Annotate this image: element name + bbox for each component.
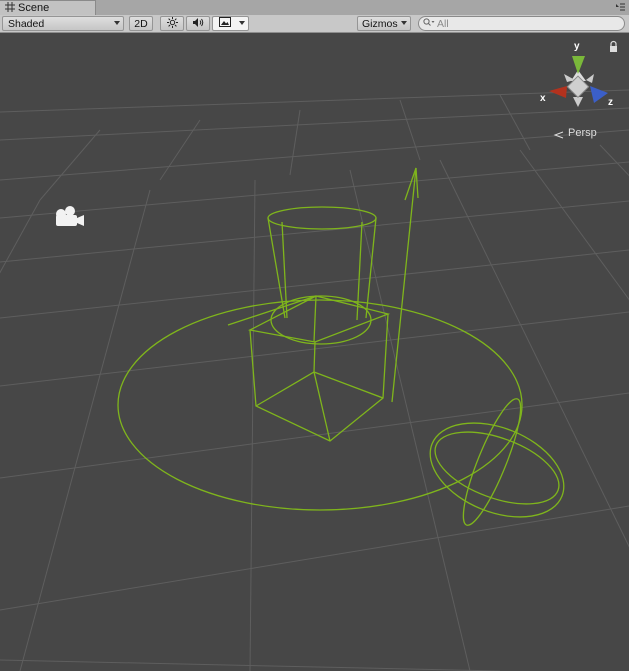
lighting-toggle-button[interactable] xyxy=(160,16,184,31)
tab-scene[interactable]: Scene xyxy=(0,0,96,15)
image-icon xyxy=(219,17,231,30)
axis-y-label: y xyxy=(574,41,580,52)
chevron-down-icon xyxy=(239,21,245,25)
gizmos-dropdown[interactable]: Gizmos xyxy=(357,16,411,31)
scene-viewport[interactable]: y x z Persp xyxy=(0,34,629,671)
search-icon xyxy=(423,17,435,30)
speaker-icon xyxy=(192,17,204,31)
scene-canvas[interactable]: y x z xyxy=(0,34,629,671)
toggle-2d-label: 2D xyxy=(134,17,148,30)
axis-z-label: z xyxy=(608,97,613,108)
sun-icon xyxy=(166,16,178,31)
effects-dropdown[interactable] xyxy=(212,16,249,31)
chevron-down-icon xyxy=(114,21,120,25)
gizmos-label: Gizmos xyxy=(362,17,398,30)
shading-mode-dropdown[interactable]: Shaded xyxy=(2,16,124,31)
shading-mode-label: Shaded xyxy=(8,17,45,30)
tab-scene-label: Scene xyxy=(18,2,50,14)
scene-grid-icon xyxy=(5,1,15,15)
tab-bar: Scene xyxy=(0,0,629,16)
audio-toggle-button[interactable] xyxy=(186,16,210,31)
chevron-down-icon xyxy=(401,21,407,25)
search-placeholder: All xyxy=(437,17,449,30)
projection-toggle[interactable]: Persp xyxy=(568,127,597,139)
toggle-2d-button[interactable]: 2D xyxy=(129,16,153,31)
tab-menu-icon[interactable] xyxy=(615,2,625,12)
axis-x-label: x xyxy=(540,93,546,104)
search-input[interactable]: All xyxy=(418,16,625,31)
scene-toolbar: Shaded 2D Gizmos All xyxy=(0,15,629,33)
